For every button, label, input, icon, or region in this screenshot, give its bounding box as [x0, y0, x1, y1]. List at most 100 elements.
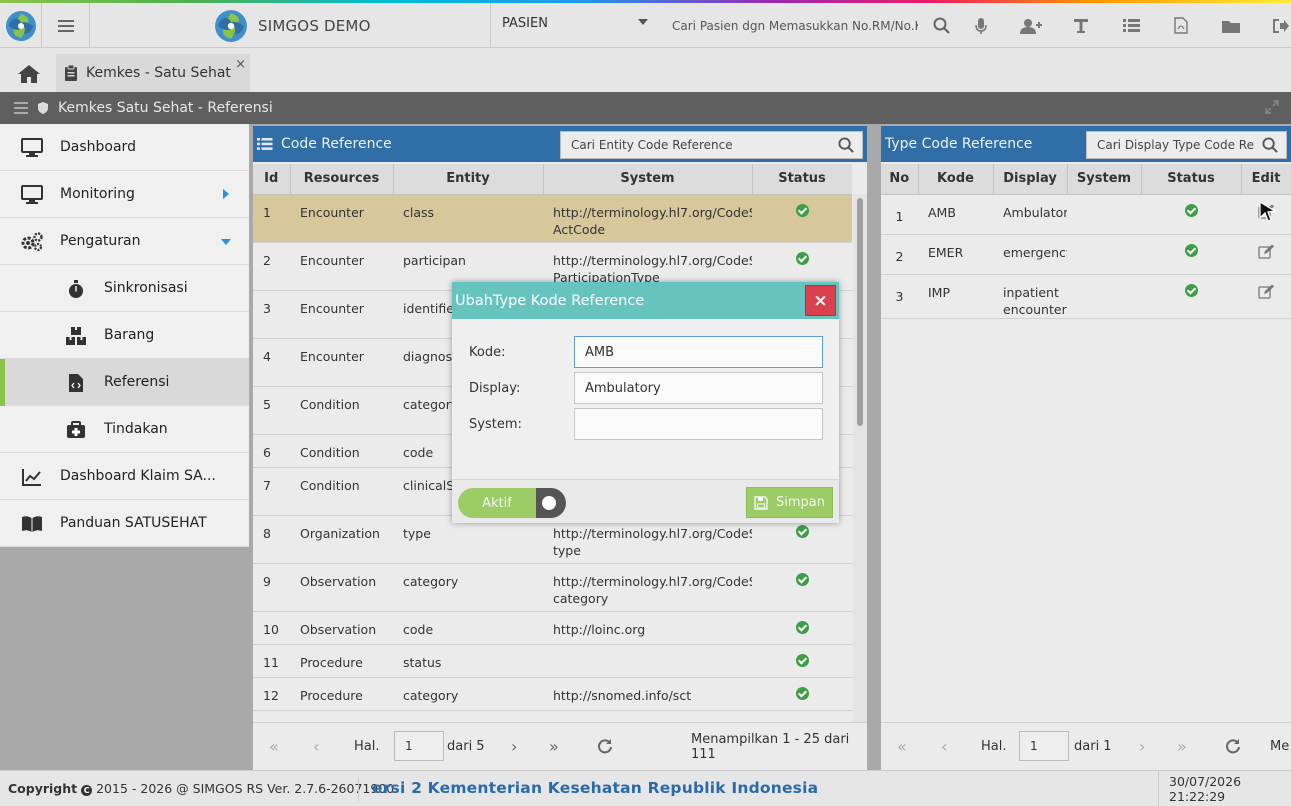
column-header[interactable]: Display [993, 164, 1068, 195]
cell-resource: Encounter [290, 290, 393, 339]
page-number-input[interactable] [394, 731, 444, 761]
cell-status [1141, 274, 1241, 319]
copyright-label: Copyright [8, 781, 78, 796]
first-page-button[interactable]: « [897, 737, 907, 756]
code-reference-pager: « ‹ Hal. dari 5 › » Menampilkan 1 - 25 d… [253, 722, 867, 770]
check-circle-icon [795, 203, 809, 217]
table-row[interactable]: 10 Observation code http://loinc.org [253, 611, 852, 645]
search-icon[interactable] [838, 137, 854, 157]
close-tab-icon[interactable]: × [235, 57, 246, 72]
column-header[interactable]: Edit [1241, 164, 1291, 195]
pdf-button[interactable] [1156, 3, 1206, 48]
table-row[interactable]: 3 IMP inpatient encounter [881, 274, 1291, 319]
check-circle-icon [795, 620, 809, 634]
prev-page-button[interactable]: ‹ [313, 737, 319, 756]
sidebar-item-dashboard[interactable]: Dashboard [0, 124, 249, 171]
display-input[interactable] [574, 372, 823, 404]
boxes-icon [66, 327, 86, 345]
voice-button[interactable] [956, 3, 1006, 48]
table-row[interactable]: 11 Procedure status [253, 644, 852, 678]
add-patient-button[interactable] [1006, 3, 1056, 48]
code-reference-search-input[interactable] [561, 132, 831, 158]
refresh-button[interactable] [1225, 738, 1241, 758]
sidebar-item-label: Dashboard Klaim SA... [60, 468, 216, 484]
sidebar-item-tindakan[interactable]: Tindakan [0, 406, 249, 453]
list-button[interactable] [1106, 3, 1156, 48]
column-header[interactable]: Id [253, 164, 291, 195]
column-header[interactable]: System [1067, 164, 1142, 195]
sidebar-item-panduan[interactable]: Panduan SATUSEHAT [0, 500, 249, 547]
home-tab[interactable] [8, 56, 50, 92]
folder-icon [1222, 20, 1240, 33]
sidebar-item-sinkronisasi[interactable]: Sinkronisasi [0, 265, 249, 312]
patient-search-input[interactable] [662, 11, 918, 41]
column-header[interactable]: Resources [290, 164, 394, 195]
chevron-down-icon[interactable] [638, 19, 648, 25]
scrollbar-thumb[interactable] [857, 198, 863, 426]
type-code-search [1086, 131, 1287, 159]
tab-label: Kemkes - Satu Sehat [86, 65, 231, 81]
column-header[interactable]: Status [1141, 164, 1242, 195]
table-row[interactable]: 12 Procedure category http://snomed.info/sc… [253, 677, 852, 711]
sidebar-item-pengaturan[interactable]: Pengaturan [0, 218, 249, 265]
first-page-button[interactable]: « [269, 737, 279, 756]
status-toggle[interactable]: Aktif [458, 488, 566, 518]
column-header[interactable]: Entity [393, 164, 544, 195]
cell-resource: Procedure [290, 644, 393, 678]
edit-icon[interactable] [1257, 244, 1275, 259]
kode-input[interactable] [574, 336, 823, 368]
sidebar-toggle-button[interactable] [42, 3, 90, 48]
cell-resource: Procedure [290, 677, 393, 711]
tab-kemkes-satu-sehat[interactable]: Kemkes - Satu Sehat × [56, 54, 250, 92]
patient-type-select[interactable]: PASIEN [502, 16, 548, 31]
next-page-button[interactable]: › [511, 737, 517, 756]
column-header[interactable]: No [881, 164, 919, 195]
cell-display: emergency [993, 234, 1067, 275]
save-button[interactable]: Simpan [746, 487, 833, 518]
next-page-button[interactable]: › [1139, 737, 1145, 756]
logout-icon [1273, 18, 1289, 33]
hamburger-icon[interactable] [14, 102, 28, 114]
table-row[interactable]: 1 Encounter class http://terminology.hl7.or… [253, 194, 852, 243]
system-line: http://terminology.hl7.org/CodeSy [553, 252, 752, 268]
system-line: ActCode [553, 221, 606, 237]
text-button[interactable] [1056, 3, 1106, 48]
column-header[interactable]: Status [752, 164, 852, 195]
check-circle-icon [795, 686, 809, 700]
brand[interactable]: SIMGOS DEMO [214, 8, 371, 44]
logout-button[interactable] [1256, 3, 1291, 48]
microphone-icon [975, 17, 987, 34]
scrollbar[interactable] [853, 194, 867, 722]
last-page-button[interactable]: » [549, 737, 559, 756]
column-header[interactable]: Kode [918, 164, 994, 195]
app-logo[interactable] [0, 3, 42, 48]
cell-id: 7 [253, 467, 290, 516]
type-code-search-input[interactable] [1087, 132, 1257, 158]
check-circle-icon [795, 653, 809, 667]
sidebar-item-monitoring[interactable]: Monitoring [0, 171, 249, 218]
sidebar-item-referensi[interactable]: Referensi [0, 359, 249, 406]
expand-icon[interactable] [1265, 100, 1279, 118]
refresh-button[interactable] [597, 738, 613, 758]
cell-resource: Organization [290, 515, 393, 564]
cell-system [1067, 234, 1141, 275]
folder-button[interactable] [1206, 3, 1256, 48]
sidebar-item-dashboard-klaim[interactable]: Dashboard Klaim SA... [0, 453, 249, 500]
system-input[interactable] [574, 408, 823, 440]
check-circle-icon [795, 524, 809, 538]
sidebar-item-barang[interactable]: Barang [0, 312, 249, 359]
prev-page-button[interactable]: ‹ [941, 737, 947, 756]
table-row[interactable]: 9 Observation category http://terminology.h… [253, 563, 852, 612]
kode-label: Kode: [469, 345, 506, 360]
pdf-icon [1174, 17, 1188, 34]
table-row[interactable]: 1 AMB Ambulator [881, 194, 1291, 235]
page-number-input[interactable] [1019, 731, 1069, 761]
close-button[interactable]: × [805, 285, 836, 316]
search-button[interactable] [926, 3, 956, 48]
column-header[interactable]: System [543, 164, 753, 195]
search-icon[interactable] [1262, 137, 1278, 157]
edit-icon[interactable] [1257, 284, 1275, 299]
last-page-button[interactable]: » [1177, 737, 1187, 756]
table-row[interactable]: 2 EMER emergency [881, 234, 1291, 275]
toggle-knob[interactable] [542, 496, 556, 510]
